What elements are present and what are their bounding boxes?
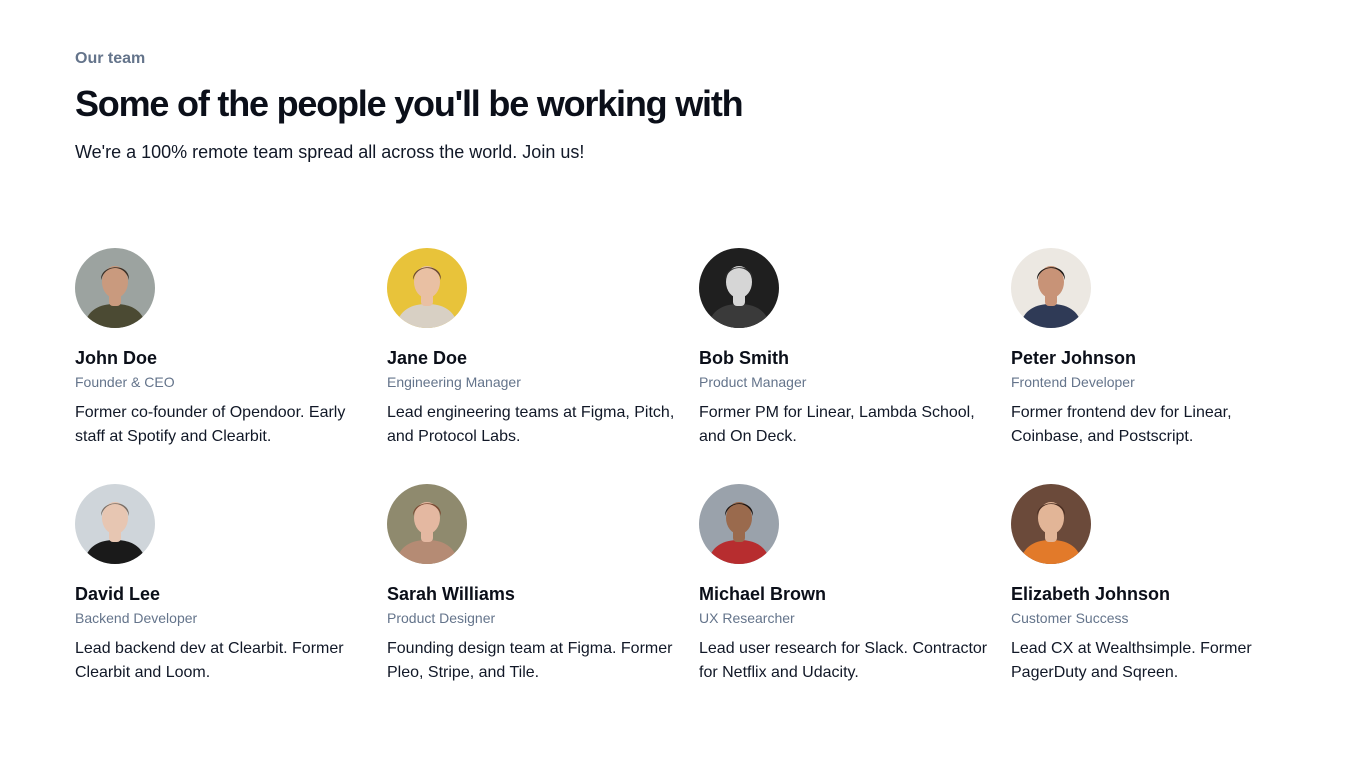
member-role: Frontend Developer bbox=[1011, 374, 1135, 390]
team-member-card: Sarah Williams Product Designer Founding… bbox=[387, 484, 677, 720]
member-role: Engineering Manager bbox=[387, 374, 521, 390]
avatar bbox=[387, 484, 467, 564]
team-member-card: Peter Johnson Frontend Developer Former … bbox=[1011, 248, 1301, 484]
member-name: Bob Smith bbox=[699, 348, 789, 368]
member-bio: Lead engineering teams at Figma, Pitch, … bbox=[387, 404, 675, 445]
avatar bbox=[699, 484, 779, 564]
avatar bbox=[75, 484, 155, 564]
page-subtitle: We're a 100% remote team spread all acro… bbox=[75, 142, 585, 162]
member-bio: Former co-founder of Opendoor. Early sta… bbox=[75, 404, 346, 445]
team-member-card: Elizabeth Johnson Customer Success Lead … bbox=[1011, 484, 1301, 720]
team-section: Our team Some of the people you'll be wo… bbox=[0, 0, 1366, 768]
avatar bbox=[1011, 484, 1091, 564]
member-name: Peter Johnson bbox=[1011, 348, 1137, 368]
team-member-card: David Lee Backend Developer Lead backend… bbox=[75, 484, 365, 720]
member-name: Elizabeth Johnson bbox=[1011, 584, 1171, 604]
member-name: Jane Doe bbox=[387, 348, 468, 368]
member-bio: Former frontend dev for Linear, Coinbase… bbox=[1011, 404, 1232, 445]
member-role: UX Researcher bbox=[699, 610, 795, 626]
section-eyebrow: Our team bbox=[75, 50, 146, 67]
avatar bbox=[387, 248, 467, 328]
member-role: Product Manager bbox=[699, 374, 807, 390]
member-bio: Lead backend dev at Clearbit. Former Cle… bbox=[75, 640, 344, 681]
member-role: Product Designer bbox=[387, 610, 496, 626]
team-member-card: Jane Doe Engineering Manager Lead engine… bbox=[387, 248, 677, 484]
member-name: David Lee bbox=[75, 584, 161, 604]
avatar bbox=[75, 248, 155, 328]
member-bio: Lead CX at Wealthsimple. Former PagerDut… bbox=[1011, 640, 1252, 681]
team-member-card: Bob Smith Product Manager Former PM for … bbox=[699, 248, 989, 484]
page-title: Some of the people you'll be working wit… bbox=[75, 83, 744, 124]
avatar bbox=[699, 248, 779, 328]
member-name: Michael Brown bbox=[699, 584, 827, 604]
member-role: Backend Developer bbox=[75, 610, 198, 626]
member-role: Founder & CEO bbox=[75, 374, 175, 390]
avatar bbox=[1011, 248, 1091, 328]
member-bio: Lead user research for Slack. Contractor… bbox=[699, 640, 988, 681]
member-role: Customer Success bbox=[1011, 610, 1129, 626]
member-bio: Former PM for Linear, Lambda School, and… bbox=[699, 404, 975, 445]
member-name: John Doe bbox=[75, 348, 158, 368]
member-bio: Founding design team at Figma. Former Pl… bbox=[387, 640, 673, 681]
team-member-card: John Doe Founder & CEO Former co-founder… bbox=[75, 248, 365, 484]
team-grid: John Doe Founder & CEO Former co-founder… bbox=[75, 248, 1323, 720]
team-member-card: Michael Brown UX Researcher Lead user re… bbox=[699, 484, 989, 720]
member-name: Sarah Williams bbox=[387, 584, 515, 604]
